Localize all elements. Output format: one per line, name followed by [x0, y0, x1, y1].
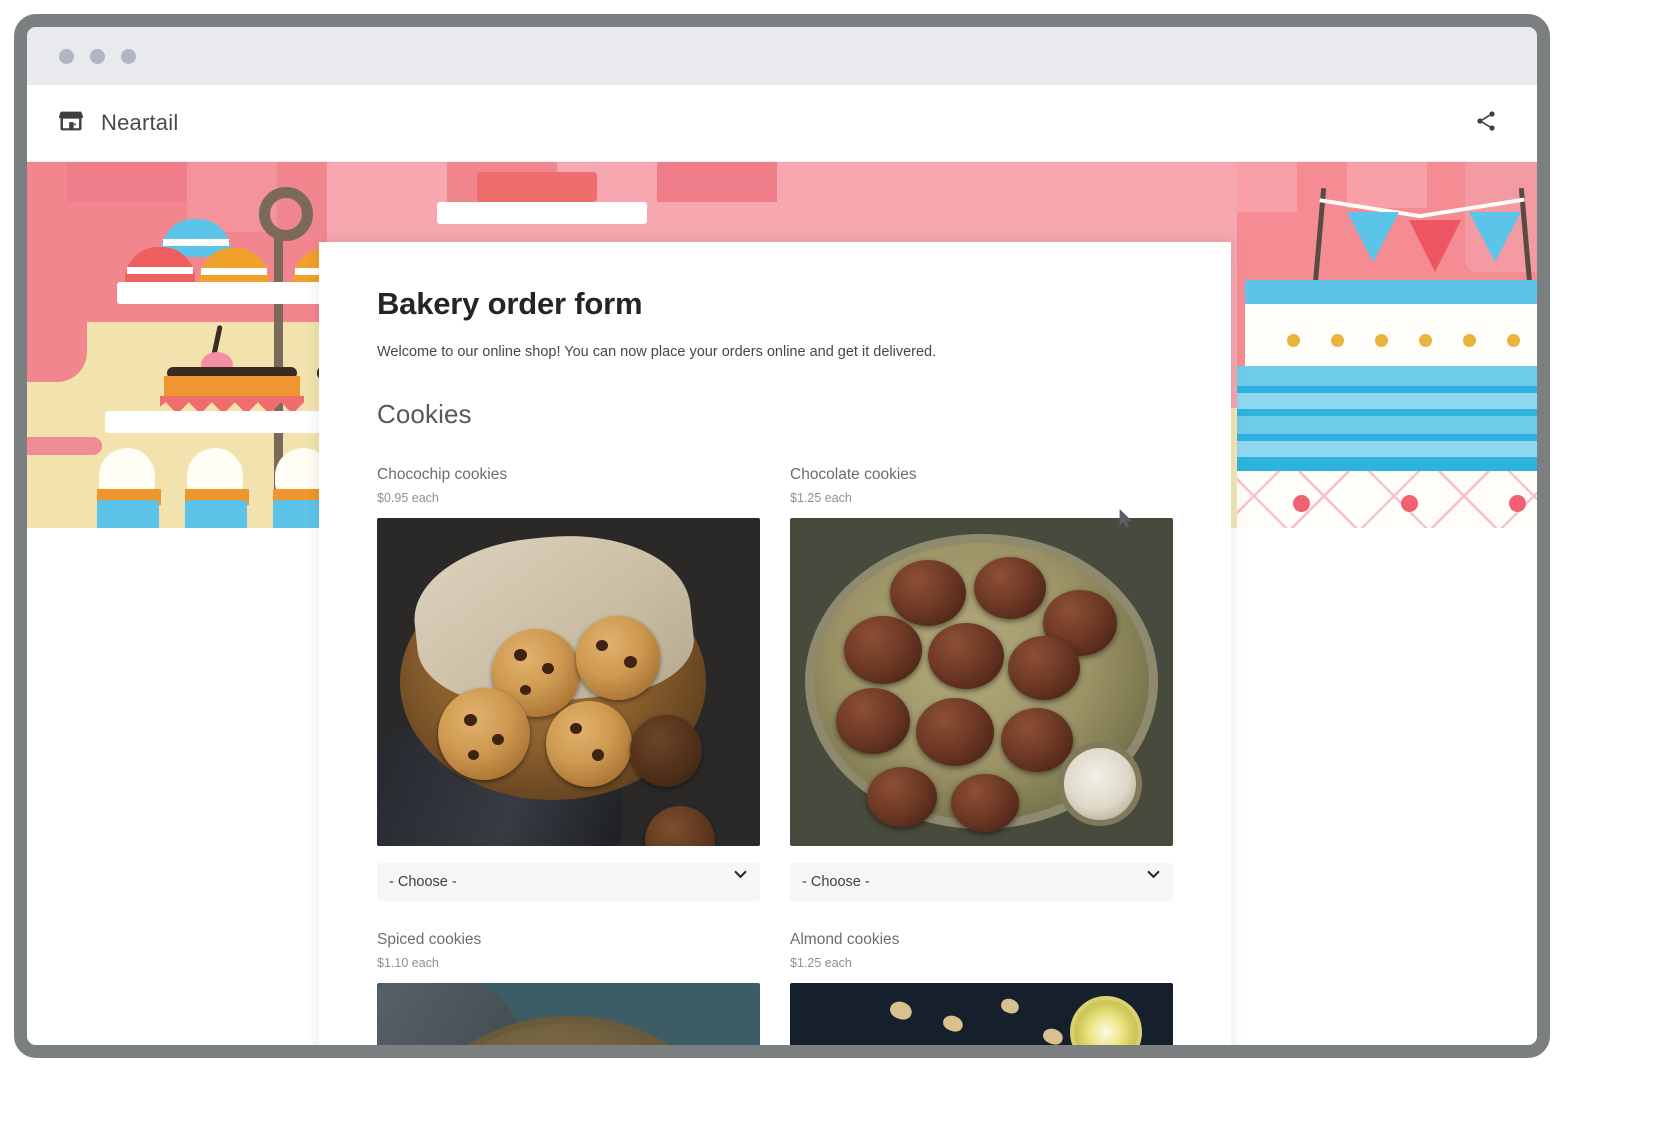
select-wrapper: - Choose - [790, 846, 1173, 901]
brand-logo[interactable]: Neartail [57, 107, 178, 140]
product-card-chocolate: Chocolate cookies $1.25 each - Choose - [790, 466, 1173, 901]
mouse-cursor [1119, 509, 1133, 534]
quantity-select-chocolate[interactable]: - Choose - [790, 862, 1173, 901]
window-minimize-dot[interactable] [90, 48, 105, 64]
section-heading-cookies: Cookies [377, 398, 472, 429]
order-form-card: Bakery order form Welcome to our online … [319, 242, 1231, 1045]
product-card-almond: Almond cookies $1.25 each [790, 931, 1173, 1045]
product-price: $0.95 each [377, 490, 439, 505]
form-description: Welcome to our online shop! You can now … [377, 344, 937, 360]
site-header: Neartail [27, 85, 1537, 162]
product-name: Almond cookies [790, 930, 900, 948]
browser-window: Neartail Bakery order form Welcome to ou… [14, 14, 1550, 1058]
window-close-dot[interactable] [59, 48, 74, 64]
share-icon [1474, 109, 1498, 138]
hero-left-illustration [27, 162, 327, 528]
window-maximize-dot[interactable] [121, 48, 136, 64]
brand-name: Neartail [101, 110, 179, 135]
product-price: $1.25 each [790, 955, 852, 970]
select-wrapper: - Choose - [377, 846, 760, 901]
page-body: Bakery order form Welcome to our online … [27, 162, 1537, 1045]
page-title: Bakery order form [377, 286, 643, 321]
chocolate-cookies-photo [790, 517, 1173, 846]
almond-cookies-photo [790, 982, 1173, 1045]
product-price: $1.10 each [377, 955, 439, 970]
spiced-cookies-photo [377, 982, 760, 1045]
share-button[interactable] [1469, 106, 1503, 140]
product-name: Chocochip cookies [377, 465, 508, 483]
quantity-select-chocochip[interactable]: - Choose - [377, 862, 760, 901]
product-card-spiced: Spiced cookies $1.10 each - Choose - [377, 931, 760, 1045]
product-price: $1.25 each [790, 490, 852, 505]
product-grid: Chocochip cookies $0.95 each - Choose - … [377, 466, 1173, 1045]
hero-right-illustration [1237, 162, 1537, 528]
product-card-chocochip: Chocochip cookies $0.95 each - Choose - [377, 466, 760, 901]
storefront-icon [57, 107, 85, 140]
chocochip-cookies-photo [377, 517, 760, 846]
browser-titlebar [27, 27, 1537, 85]
product-name: Chocolate cookies [790, 465, 917, 483]
product-name: Spiced cookies [377, 930, 482, 948]
